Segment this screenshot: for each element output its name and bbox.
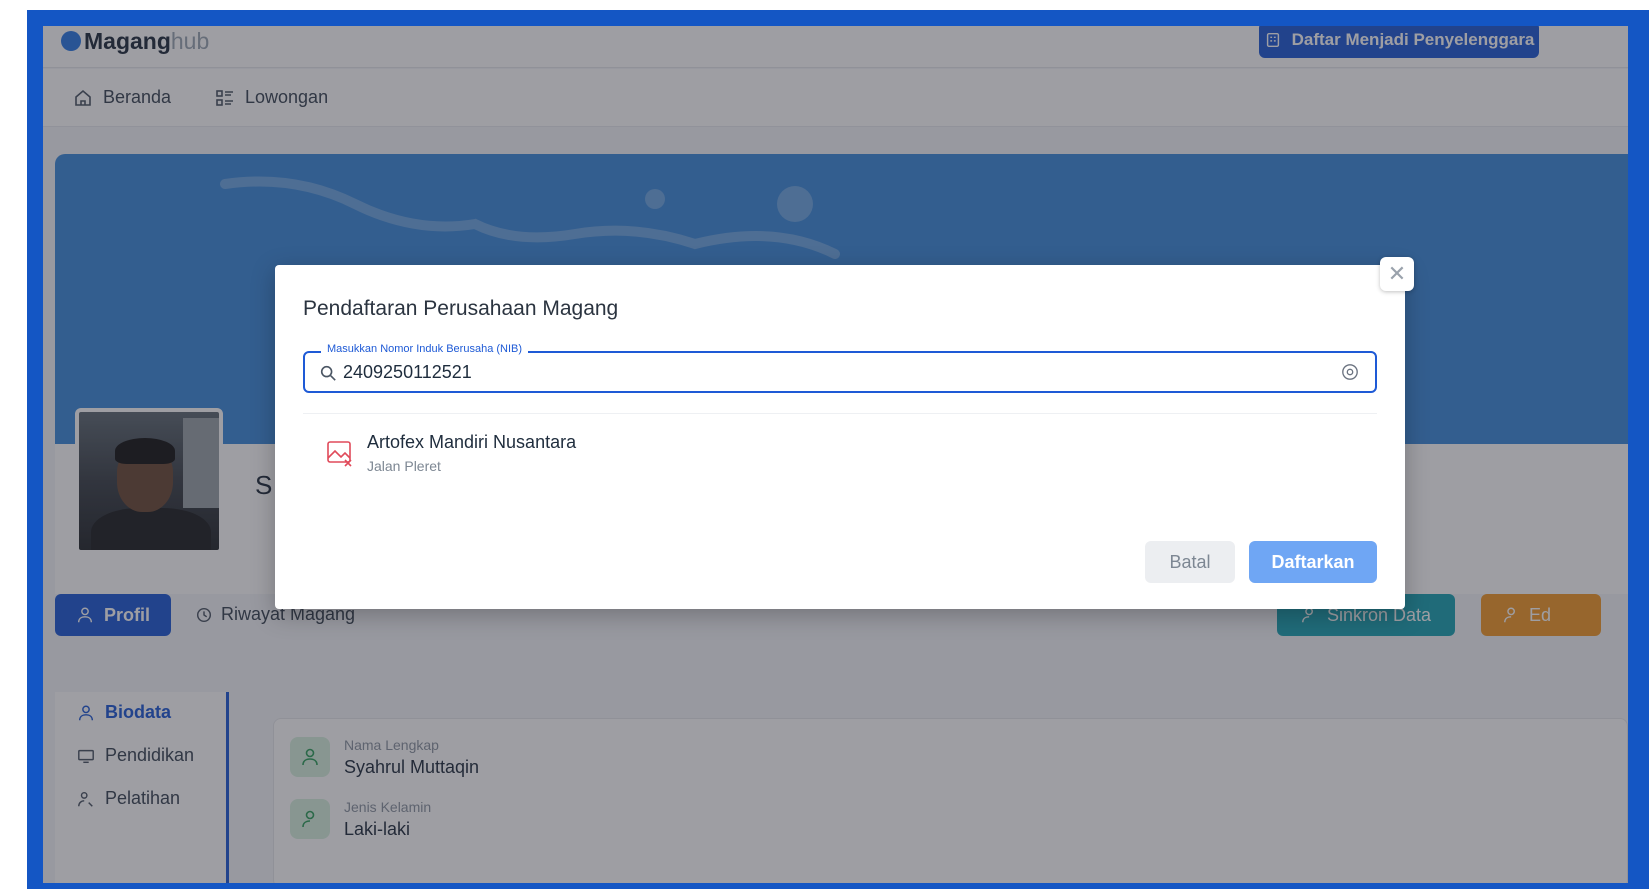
clear-input-icon[interactable] [1341, 363, 1359, 381]
company-address: Jalan Pleret [367, 458, 441, 474]
close-modal-button[interactable]: ✕ [1380, 257, 1414, 291]
close-icon: ✕ [1387, 261, 1407, 286]
nib-search-field[interactable]: Masukkan Nomor Induk Berusaha (NIB) [303, 343, 1377, 393]
search-icon [320, 365, 336, 381]
nib-input[interactable] [343, 359, 1303, 385]
nib-field-label: Masukkan Nomor Induk Berusaha (NIB) [321, 343, 529, 355]
modal-title: Pendaftaran Perusahaan Magang [303, 297, 619, 320]
cancel-button[interactable]: Batal [1145, 541, 1235, 583]
company-registration-modal: ✕ Pendaftaran Perusahaan Magang Masukkan… [275, 257, 1414, 609]
company-name: Artofex Mandiri Nusantara [367, 432, 577, 452]
image-placeholder-icon [327, 441, 352, 467]
submit-register-button[interactable]: Daftarkan [1249, 541, 1377, 583]
app-window: Magang hub Daftar Menjadi Penyelenggara … [43, 26, 1628, 883]
company-search-result[interactable]: Artofex Mandiri Nusantara Jalan Pleret [303, 413, 1377, 493]
